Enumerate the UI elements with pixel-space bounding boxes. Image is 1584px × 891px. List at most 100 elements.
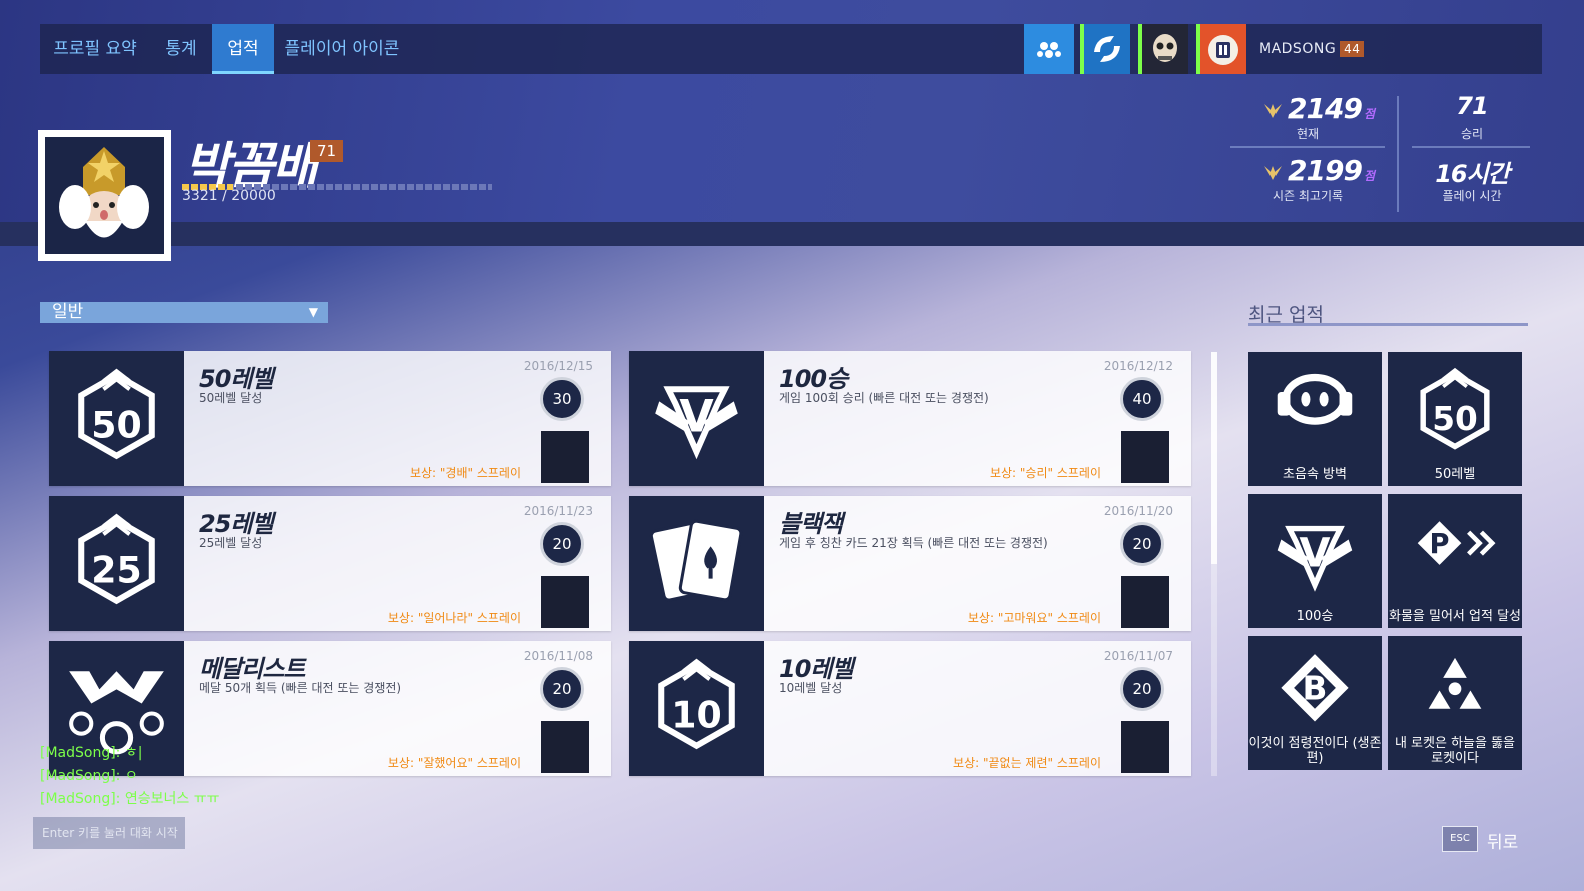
achievement-card[interactable]: 블랙잭 게임 후 칭찬 카드 21장 획득 (빠른 대전 또는 경쟁전) 2016/… [629,496,1191,631]
level-50-icon: 50 [1420,367,1490,450]
achievement-reward: 보상: "경배" 스프레이 [409,466,521,480]
achievement-date: 2016/11/07 [1103,649,1173,663]
achievement-card[interactable]: 25 25레벨 25레벨 달성 2016/11/23 20 보상: "일어나라" 스프레이 [49,496,611,631]
achievement-description: 메달 50개 획득 (빠른 대전 또는 경쟁전) [199,681,402,695]
achievement-points: 40 [1120,377,1164,421]
nav-player-name-text: MADSONG [1259,41,1337,57]
victory-wings-icon: V [629,351,764,486]
svg-text:10: 10 [671,694,721,737]
achievement-date: 2016/11/23 [523,504,593,518]
svg-text:V: V [1300,531,1331,577]
back-button[interactable]: 뒤로 [1487,828,1518,853]
achievement-reward: 보상: "승리" 스프레이 [989,466,1101,480]
best-rating: 2199 점 [1288,154,1375,187]
category-dropdown[interactable]: 일반 ▼ [40,302,328,323]
tab-player-icons[interactable]: 플레이어 아이콘 [274,24,410,74]
radiation-icon [1428,657,1482,709]
achievement-points: 30 [540,377,584,421]
recent-achievement-tile[interactable]: P 화물을 밀어서 업적 달성 [1388,494,1522,628]
chevron-down-icon: ▼ [308,305,318,319]
wins-value: 71 [1456,92,1488,120]
spray-thumbnail[interactable] [1121,576,1169,628]
chat-input[interactable]: Enter 키를 눌러 대화 시작 [33,817,185,849]
current-rating-value: 2149 [1288,92,1363,125]
achievement-card[interactable]: V 100승 게임 100회 승리 (빠른 대전 또는 경쟁전) 2016/12/12… [629,351,1191,486]
recent-achievement-label: 50레벨 [1434,467,1476,482]
player-level-badge: 71 [310,140,344,162]
chat-line: [MadSong]: 연승보너스 ㅠㅠ [40,791,220,807]
scrollbar-thumb[interactable] [1211,352,1217,564]
recent-achievement-label: 초음속 방벽 [1283,467,1347,482]
chat-line: [MadSong]: ㅇ [40,768,138,784]
xp-text: 3321 / 20000 [182,188,276,204]
cards-icon [629,496,764,631]
achievement-card[interactable]: 50 50레벨 50레벨 달성 2016/12/15 30 보상: "경배" 스프레이 [49,351,611,486]
achievement-description: 50레벨 달성 [199,391,263,405]
rank-wings-icon [1264,104,1282,118]
achievement-date: 2016/11/08 [523,649,593,663]
tab-stats[interactable]: 통계 [150,24,212,74]
spray-thumbnail[interactable] [541,576,589,628]
achievement-reward: 보상: "잘했어요" 스프레이 [387,756,521,770]
player-emblem-icon[interactable] [1196,24,1246,74]
achievement-card[interactable]: 10 10레벨 10레벨 달성 2016/11/07 20 보상: "끝없는 제련" 스프… [629,641,1191,776]
recent-achievement-label: 화물을 밀어서 업적 달성 [1389,609,1521,624]
group-icon[interactable] [1024,24,1074,74]
playtime-label: 플레이 시간 [1442,189,1502,203]
chat-line: [MadSong]: ㅎ| [40,745,143,761]
best-rating-label: 시즌 최고기록 [1272,189,1344,203]
recent-achievement-tile[interactable]: 초음속 방벽 [1248,352,1382,486]
achievement-description: 10레벨 달성 [779,681,843,695]
recent-achievement-tile[interactable]: V 100승 [1248,494,1382,628]
category-dropdown-value: 일반 [52,302,84,322]
recent-title-underline [1248,323,1528,326]
achievement-description: 게임 후 칭찬 카드 21장 획득 (빠른 대전 또는 경쟁전) [779,536,1048,550]
achievement-points: 20 [540,667,584,711]
scrollbar[interactable] [1211,352,1217,776]
svg-text:V: V [679,392,714,443]
recent-achievement-tile[interactable]: 내 로켓은 하늘을 뚫을 로켓이다 [1388,636,1522,770]
best-rating-value: 2199 [1288,154,1363,187]
recent-achievement-label: 100승 [1296,609,1334,624]
nav-player-level: 44 [1340,41,1365,57]
achievement-points: 20 [1120,667,1164,711]
spray-thumbnail[interactable] [1121,721,1169,773]
current-rating: 2149 점 [1288,92,1375,125]
best-rating-unit: 점 [1363,169,1375,183]
current-rating-unit: 점 [1363,107,1375,121]
svg-text:50: 50 [91,404,141,447]
playtime-value: 16시간 [1435,160,1510,188]
svg-text:50: 50 [1432,400,1478,438]
stats-divider [1397,96,1399,212]
achievement-description: 게임 100회 승리 (빠른 대전 또는 경쟁전) [779,391,989,405]
current-rating-label: 현재 [1296,127,1320,141]
tab-profile-summary[interactable]: 프로필 요약 [40,24,150,74]
skull-icon[interactable] [1138,24,1188,74]
achievement-date: 2016/11/20 [1103,504,1173,518]
achievement-reward: 보상: "일어나라" 스프레이 [387,611,521,625]
stats-divider [1412,146,1530,148]
recent-achievement-label: 내 로켓은 하늘을 뚫을 로켓이다 [1394,736,1516,766]
spray-thumbnail[interactable] [541,431,589,483]
victory-wings-icon: V [1277,525,1353,592]
recent-achievement-tile[interactable]: 50 50레벨 [1388,352,1522,486]
level-50-icon: 50 [49,351,184,486]
stats-divider [1230,146,1385,148]
nutcracker-portrait-icon [59,147,149,238]
stats-panel: 2149 점 현재 2199 점 시즌 최고기록 71 승리 16시간 플레이 시간 [1230,90,1530,214]
spray-thumbnail[interactable] [541,721,589,773]
recent-achievement-tile[interactable]: B 이것이 점령전이다 (생존편) [1248,636,1382,770]
payload-icon: P [1417,521,1496,565]
esc-key-button[interactable]: ESC [1442,826,1478,852]
spray-thumbnail[interactable] [1121,431,1169,483]
nav-player-name[interactable]: MADSONG 44 [1259,24,1365,74]
level-10-icon: 10 [629,641,764,776]
top-nav: 프로필 요약 통계 업적 플레이어 아이콘 MADSONG 44 [40,24,1542,74]
heroes-storm-icon[interactable] [1080,24,1130,74]
wins-label: 승리 [1460,127,1484,141]
achievement-points: 20 [540,522,584,566]
tab-achievements[interactable]: 업적 [212,24,274,74]
svg-text:25: 25 [91,549,141,592]
svg-text:B: B [1303,670,1328,708]
achievement-date: 2016/12/12 [1103,359,1173,373]
